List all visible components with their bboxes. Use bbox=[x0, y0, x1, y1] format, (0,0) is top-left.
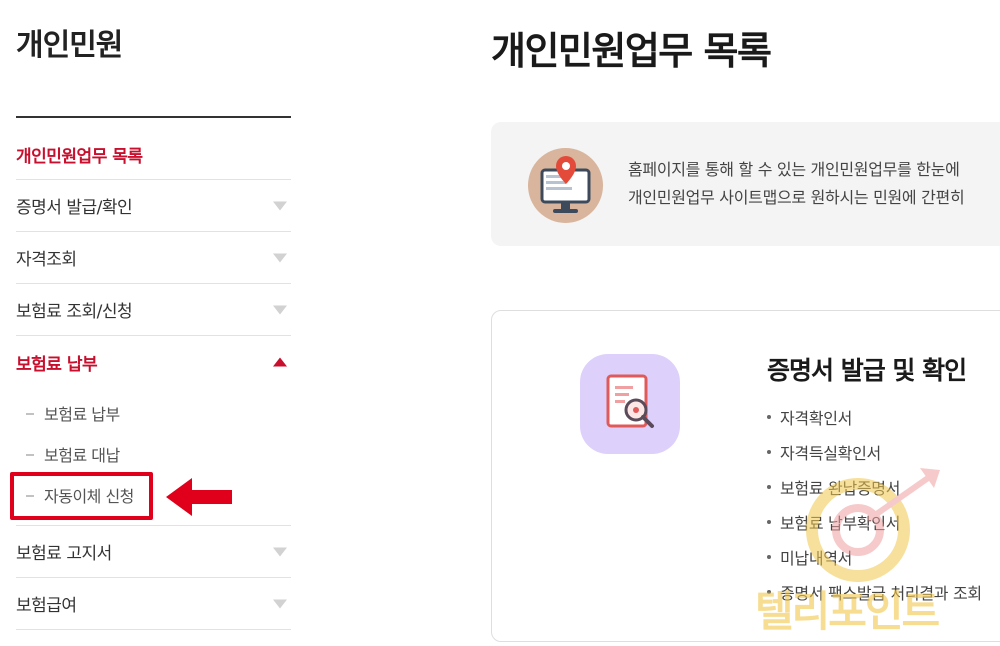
sidebar-item-premium-inquiry[interactable]: 보험료 조회/신청 bbox=[16, 284, 291, 336]
chevron-down-icon bbox=[273, 253, 287, 262]
watermark-text: 텔리포인트 bbox=[755, 587, 940, 636]
list-item-label: 보험료 납부확인서 bbox=[780, 513, 901, 533]
sidebar-menu: 개인민원업무 목록 증명서 발급/확인 자격조회 보험료 조회/신청 보험료 납… bbox=[16, 130, 291, 630]
dash-icon bbox=[26, 412, 34, 415]
list-item-label: 자격확인서 bbox=[780, 408, 853, 428]
chevron-down-icon bbox=[273, 547, 287, 556]
list-item[interactable]: 자격득실확인서 bbox=[764, 434, 982, 469]
sidebar-item-list[interactable]: 개인민원업무 목록 bbox=[16, 130, 291, 180]
sidebar-item-label: 보험급여 bbox=[16, 596, 77, 616]
intro-banner: 홈페이지를 통해 할 수 있는 개인민원업무를 한눈에 개인민원업무 사이트맵으… bbox=[491, 122, 1000, 246]
sidebar-item-insurance-benefits[interactable]: 보험급여 bbox=[16, 578, 291, 630]
card-title: 증명서 발급 및 확인 bbox=[767, 356, 967, 385]
intro-line: 홈페이지를 통해 할 수 있는 개인민원업무를 한눈에 bbox=[628, 160, 960, 179]
list-item[interactable]: 자격확인서 bbox=[764, 399, 982, 434]
chevron-down-icon bbox=[273, 599, 287, 608]
intro-line: 개인민원업무 사이트맵으로 원하시는 민원에 간편히 bbox=[628, 188, 965, 207]
list-item[interactable]: 미납내역서 bbox=[764, 539, 982, 574]
sidebar-item-label: 개인민원업무 목록 bbox=[16, 147, 143, 167]
dash-icon bbox=[26, 453, 34, 456]
chevron-down-icon bbox=[273, 305, 287, 314]
highlight-box bbox=[10, 472, 153, 520]
sidebar-title: 개인민원 bbox=[16, 28, 123, 63]
bullet-icon bbox=[767, 554, 771, 559]
bullet-icon bbox=[767, 519, 771, 524]
intro-text: 홈페이지를 통해 할 수 있는 개인민원업무를 한눈에 개인민원업무 사이트맵으… bbox=[628, 156, 965, 212]
submenu-item-label: 보험료 대납 bbox=[44, 445, 120, 465]
sidebar-item-label: 자격조회 bbox=[16, 250, 77, 270]
document-search-icon bbox=[580, 354, 680, 454]
page-title: 개인민원업무 목록 bbox=[491, 29, 772, 73]
arrow-left-icon bbox=[166, 478, 232, 516]
sidebar-item-certificates[interactable]: 증명서 발급/확인 bbox=[16, 180, 291, 232]
sidebar-item-label: 보험료 조회/신청 bbox=[16, 302, 133, 322]
sidebar-item-premium-payment[interactable]: 보험료 납부 bbox=[16, 336, 291, 388]
submenu-item-label: 보험료 납부 bbox=[44, 404, 120, 424]
sidebar-item-qualification[interactable]: 자격조회 bbox=[16, 232, 291, 284]
submenu-item-payment[interactable]: 보험료 납부 bbox=[16, 392, 291, 433]
sidebar-item-label: 보험료 고지서 bbox=[16, 544, 112, 564]
sidebar-item-label: 증명서 발급/확인 bbox=[16, 198, 133, 218]
list-item-label: 보험료 완납증명서 bbox=[780, 478, 901, 498]
bullet-icon bbox=[767, 449, 771, 454]
sidebar-item-label: 보험료 납부 bbox=[16, 354, 98, 375]
sidebar-item-premium-notice[interactable]: 보험료 고지서 bbox=[16, 526, 291, 578]
list-item-label: 자격득실확인서 bbox=[780, 443, 881, 463]
bullet-icon bbox=[767, 484, 771, 489]
monitor-location-icon bbox=[528, 148, 603, 223]
list-item-label: 미납내역서 bbox=[780, 548, 853, 568]
submenu-item-proxy-payment[interactable]: 보험료 대납 bbox=[16, 433, 291, 474]
sidebar-divider bbox=[16, 116, 291, 118]
list-item[interactable]: 보험료 납부확인서 bbox=[764, 504, 982, 539]
chevron-up-icon bbox=[273, 357, 287, 367]
bullet-icon bbox=[767, 414, 771, 419]
chevron-down-icon bbox=[273, 201, 287, 210]
list-item[interactable]: 보험료 완납증명서 bbox=[764, 469, 982, 504]
